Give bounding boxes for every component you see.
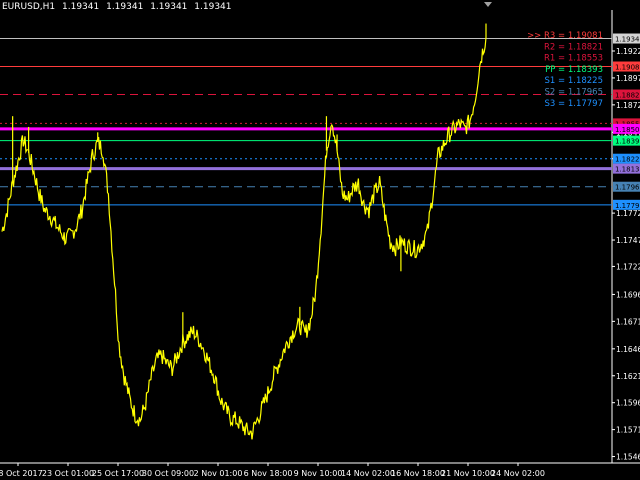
x-tick-label-5: 6 Nov 18:00	[244, 469, 293, 478]
x-tick-label-6: 9 Nov 10:00	[294, 469, 343, 478]
level-legend-r2: R2 = 1.18821	[544, 42, 603, 52]
y-tick-label-5: 1.17720	[616, 209, 640, 218]
x-tick-label-10: 24 Nov 02:00	[491, 469, 545, 478]
chart: EURUSD,H1 1.19341 1.19341 1.19341 1.1934…	[0, 0, 640, 480]
x-tick-label-4: 2 Nov 01:00	[194, 469, 243, 478]
level-legend-s2: S2 = 1.17965	[545, 88, 603, 98]
y-tick-label-9: 1.16715	[616, 317, 640, 326]
axis-label-r3-text: 1.19081	[615, 64, 640, 72]
price-chart-svg: 1.192251.189751.187251.184701.182251.177…	[0, 2, 640, 478]
x-tick-label-3: 30 Oct 09:00	[142, 469, 194, 478]
chart-shift-marker-icon	[484, 2, 492, 7]
x-tick-label-0: 18 Oct 2017	[0, 469, 43, 478]
y-tick-label-2: 1.18725	[616, 101, 640, 110]
x-tick-label-9: 21 Nov 10:00	[441, 469, 495, 478]
level-legend-r1: R1 = 1.18553	[544, 54, 603, 64]
y-tick-label-13: 1.15710	[616, 426, 640, 435]
x-tick-label-8: 16 Nov 18:00	[391, 469, 445, 478]
axis-label-band-0-text: 1.18502	[615, 126, 640, 134]
y-tick-label-6: 1.17470	[616, 236, 640, 245]
axis-label-band-1-text: 1.18133	[615, 166, 640, 174]
level-legend-s1: S1 = 1.18225	[545, 76, 603, 86]
axis-label-s1-text: 1.18225	[615, 156, 640, 164]
x-tick-label-2: 25 Oct 17:00	[92, 469, 144, 478]
axis-label-r2-text: 1.18821	[615, 92, 640, 100]
axis-label-s3-text: 1.17797	[615, 202, 640, 210]
axis-label-pp-text: 1.18393	[615, 138, 640, 146]
x-tick-label-1: 23 Oct 01:00	[42, 469, 94, 478]
y-tick-label-10: 1.16460	[616, 345, 640, 354]
y-tick-label-12: 1.15960	[616, 399, 640, 408]
x-tick-label-7: 14 Nov 02:00	[341, 469, 395, 478]
level-legend-s3: S3 = 1.17797	[545, 99, 603, 109]
axis-label-s2-text: 1.17965	[615, 184, 640, 192]
y-tick-label-0: 1.19225	[616, 47, 640, 56]
y-tick-label-11: 1.16210	[616, 372, 640, 381]
level-legend-r3: >> R3 = 1.19081	[527, 31, 603, 41]
y-tick-label-1: 1.18975	[616, 74, 640, 83]
y-tick-label-8: 1.16965	[616, 290, 640, 299]
axis-label-current-text: 1.19341	[615, 36, 640, 44]
level-legend-pp: PP = 1.18393	[545, 65, 603, 75]
y-tick-label-7: 1.17225	[616, 262, 640, 271]
y-tick-label-14: 1.15460	[616, 453, 640, 462]
price-series-line	[1, 37, 487, 440]
